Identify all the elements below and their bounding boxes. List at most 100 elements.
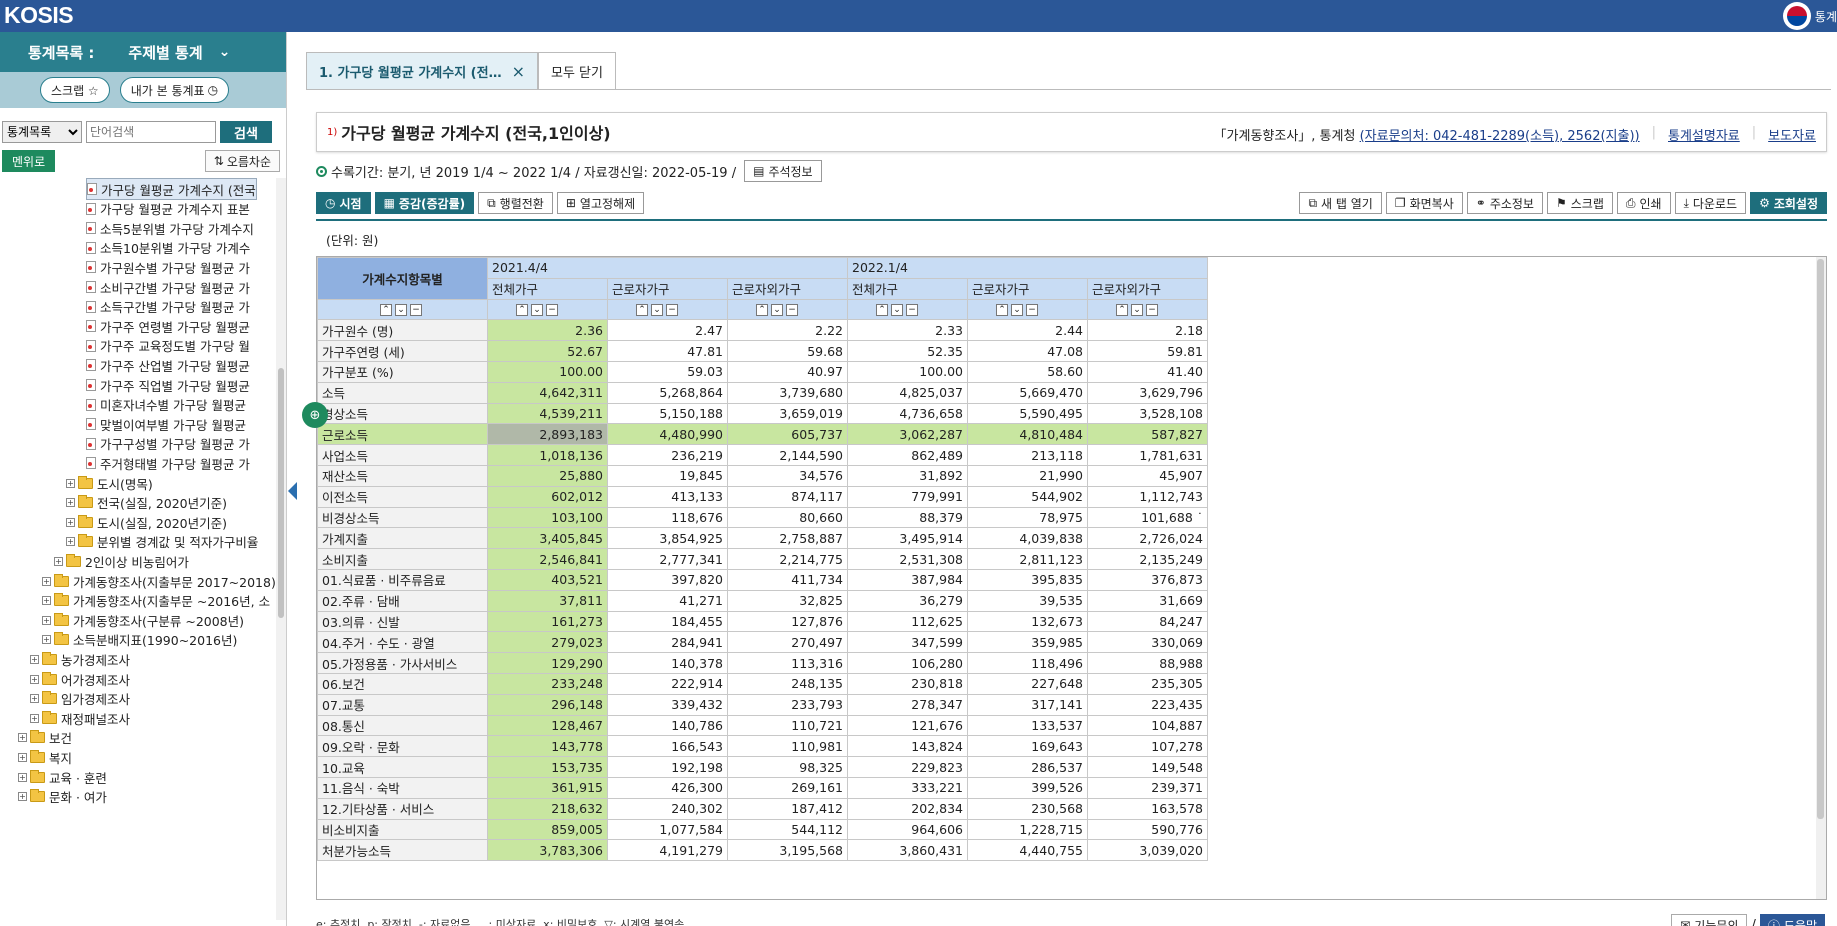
- table-cell[interactable]: 4,480,990: [607, 423, 728, 446]
- table-cell[interactable]: 78,975: [967, 506, 1088, 529]
- table-cell[interactable]: 279,023: [487, 631, 608, 654]
- table-cell[interactable]: 59.68: [727, 340, 848, 362]
- transpose-button[interactable]: ⧉ 행렬전환: [478, 192, 553, 214]
- sidebar-scrollbar[interactable]: [276, 178, 286, 920]
- sort-descending-icon[interactable]: ⌄: [1011, 304, 1023, 317]
- table-cell[interactable]: 163,578: [1087, 797, 1208, 820]
- table-cell[interactable]: 2,811,123: [967, 548, 1088, 570]
- table-cell[interactable]: 2.36: [487, 319, 608, 342]
- table-cell[interactable]: 230,568: [967, 797, 1088, 820]
- column-header[interactable]: 근로자가구: [967, 277, 1088, 300]
- column-header[interactable]: 전체가구: [487, 277, 608, 300]
- table-cell[interactable]: 269,161: [727, 776, 848, 799]
- table-cell[interactable]: 3,854,925: [607, 527, 728, 550]
- tab-active[interactable]: 1. 가구당 월평균 가계수지 (전… ×: [306, 52, 538, 90]
- sort-ascending-icon[interactable]: ⌃: [996, 304, 1008, 317]
- table-cell[interactable]: 229,823: [847, 756, 968, 778]
- remove-column-icon[interactable]: −: [786, 304, 798, 317]
- search-scope-select[interactable]: 통계목록: [2, 121, 82, 143]
- table-cell[interactable]: 270,497: [727, 631, 848, 654]
- table-cell[interactable]: 3,062,287: [847, 423, 968, 446]
- footnote-info-button[interactable]: ▤ 주석정보: [744, 160, 822, 182]
- row-label[interactable]: 12.기타상품 · 서비스: [317, 797, 488, 820]
- table-row[interactable]: 소비지출 2,546,841 2,777,341 2,214,775 2,531,308…: [317, 548, 1208, 570]
- table-cell[interactable]: 21,990: [967, 464, 1088, 487]
- unfreeze-columns-button[interactable]: ⊞ 열고정해제: [556, 192, 645, 214]
- table-cell[interactable]: 296,148: [487, 693, 608, 716]
- table-row[interactable]: 가구원수 (명) 2.36 2.47 2.22 2.33 2.44 2.18: [317, 319, 1208, 342]
- table-cell[interactable]: 1,112,743: [1087, 485, 1208, 508]
- table-cell[interactable]: 110,981: [727, 735, 848, 758]
- table-row[interactable]: 처분가능소득 3,783,306 4,191,279 3,195,568 3,860,4…: [317, 839, 1208, 862]
- table-cell[interactable]: 31,669: [1087, 589, 1208, 612]
- table-cell[interactable]: 113,316: [727, 652, 848, 674]
- table-cell[interactable]: 859,005: [487, 818, 608, 841]
- table-cell[interactable]: 5,669,470: [967, 381, 1088, 404]
- query-settings-button[interactable]: ⚙ 조회설정: [1750, 192, 1827, 214]
- scrap-table-button[interactable]: ⚑ 스크랩: [1546, 192, 1613, 214]
- row-label[interactable]: 가계지출: [317, 527, 488, 550]
- table-cell[interactable]: 3,495,914: [847, 527, 968, 550]
- row-label[interactable]: 소비지출: [317, 548, 488, 570]
- table-cell[interactable]: 4,642,311: [487, 381, 608, 404]
- table-cell[interactable]: 128,467: [487, 714, 608, 737]
- expand-toggle-icon[interactable]: +: [66, 537, 75, 547]
- table-cell[interactable]: 52.67: [487, 340, 608, 362]
- table-cell[interactable]: 1,228,715: [967, 818, 1088, 841]
- sort-descending-icon[interactable]: ⌄: [1131, 304, 1143, 317]
- table-cell[interactable]: 3,860,431: [847, 839, 968, 862]
- table-cell[interactable]: 2,893,183: [487, 423, 608, 446]
- table-cell[interactable]: 4,039,838: [967, 527, 1088, 550]
- expand-toggle-icon[interactable]: +: [18, 733, 27, 743]
- kosis-logo[interactable]: KOSIS: [4, 2, 74, 29]
- remove-column-icon[interactable]: −: [546, 304, 558, 317]
- table-cell[interactable]: 36,279: [847, 589, 968, 612]
- table-cell[interactable]: 2,777,341: [607, 548, 728, 570]
- tree-item-folder[interactable]: + 문화 · 여가: [18, 786, 107, 808]
- table-cell[interactable]: 3,659,019: [727, 402, 848, 425]
- table-cell[interactable]: 1,077,584: [607, 818, 728, 841]
- row-label[interactable]: 11.음식 · 숙박: [317, 776, 488, 799]
- table-cell[interactable]: 223,435: [1087, 693, 1208, 716]
- table-row[interactable]: 02.주류 · 담배 37,811 41,271 32,825 36,279 39,535…: [317, 589, 1208, 612]
- table-cell[interactable]: 413,133: [607, 485, 728, 508]
- table-cell[interactable]: 2,214,775: [727, 548, 848, 570]
- menu-up-button[interactable]: 멘위로: [2, 150, 56, 172]
- table-cell[interactable]: 39,535: [967, 589, 1088, 612]
- row-label[interactable]: 06.보건: [317, 672, 488, 695]
- table-cell[interactable]: 1,018,136: [487, 444, 608, 466]
- table-cell[interactable]: 40.97: [727, 360, 848, 383]
- table-cell[interactable]: 239,371: [1087, 776, 1208, 799]
- expand-toggle-icon[interactable]: +: [42, 596, 51, 606]
- table-cell[interactable]: 2,531,308: [847, 548, 968, 570]
- table-cell[interactable]: 140,378: [607, 652, 728, 674]
- table-row[interactable]: 11.음식 · 숙박 361,915 426,300 269,161 333,221 39…: [317, 776, 1208, 799]
- expand-toggle-icon[interactable]: +: [18, 772, 27, 782]
- table-cell[interactable]: 100.00: [847, 360, 968, 383]
- table-cell[interactable]: 161,273: [487, 610, 608, 633]
- sort-ascending-icon[interactable]: ⌃: [1116, 304, 1128, 317]
- table-cell[interactable]: 2,546,841: [487, 548, 608, 570]
- expand-toggle-icon[interactable]: +: [18, 792, 27, 802]
- table-cell[interactable]: 59.03: [607, 360, 728, 383]
- table-row[interactable]: 08.통신 128,467 140,786 110,721 121,676 133,537…: [317, 714, 1208, 737]
- table-cell[interactable]: 4,440,755: [967, 839, 1088, 862]
- row-label[interactable]: 09.오락 · 문화: [317, 735, 488, 758]
- table-cell[interactable]: 2,726,024: [1087, 527, 1208, 550]
- table-cell[interactable]: 227,648: [967, 672, 1088, 695]
- row-label[interactable]: 07.교통: [317, 693, 488, 716]
- feature-inquiry-button[interactable]: ✉ 기능문의: [1671, 914, 1748, 926]
- row-label[interactable]: 가구분포 (%): [317, 360, 488, 383]
- table-cell[interactable]: 544,902: [967, 485, 1088, 508]
- table-cell[interactable]: 2.47: [607, 319, 728, 342]
- expand-toggle-icon[interactable]: +: [66, 517, 75, 527]
- table-cell[interactable]: 32,825: [727, 589, 848, 612]
- table-cell[interactable]: 4,825,037: [847, 381, 968, 404]
- row-label[interactable]: 08.통신: [317, 714, 488, 737]
- close-all-tabs-button[interactable]: 모두 닫기: [538, 52, 616, 90]
- data-grid[interactable]: 가계수지항목별 2021.4/4 2022.1/4 전체가구 근로자가구 근로자외가…: [316, 256, 1827, 900]
- new-tab-button[interactable]: ⧉ 새 탭 열기: [1299, 192, 1382, 214]
- table-cell[interactable]: 2.33: [847, 319, 968, 342]
- expand-toggle-icon[interactable]: +: [42, 576, 51, 586]
- table-cell[interactable]: 41.40: [1087, 360, 1208, 383]
